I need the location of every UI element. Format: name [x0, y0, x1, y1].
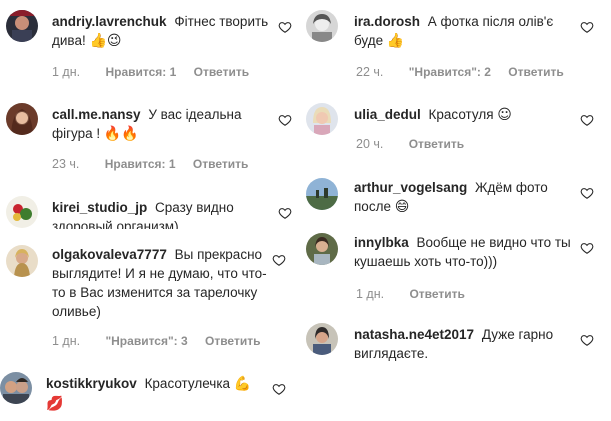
comment-meta: 1 дн. "Нравится": 3 Ответить	[52, 334, 260, 348]
timestamp[interactable]: 23 ч.	[52, 157, 79, 171]
heart-icon[interactable]	[580, 20, 594, 34]
timestamp[interactable]: 22 ч.	[356, 65, 383, 79]
comment-meta: 1 дн. Нравится: 1 Ответить	[52, 65, 249, 79]
comment-text: arthur_vogelsang Ждём фото после 😄	[354, 178, 576, 217]
heart-icon[interactable]	[272, 382, 286, 396]
avatar[interactable]	[0, 372, 32, 404]
username-link[interactable]: ulia_dedul	[354, 107, 421, 122]
comment-andriy: andriy.lavrenchuk Фітнес творить дива! 👍…	[0, 0, 305, 90]
comment-text: innylbka Вообще не видно что ты кушаешь …	[354, 233, 576, 271]
comment-kirei-studio: kirei_studio_jp Сразу видно здоровый орг…	[0, 190, 305, 229]
comment-text: kostikkryukov Красотулечка 💪💋	[46, 374, 266, 414]
timestamp[interactable]: 1 дн.	[52, 65, 80, 79]
avatar[interactable]	[6, 196, 38, 228]
username-link[interactable]: olgakovaleva7777	[52, 247, 167, 262]
emoji: 😄	[394, 199, 410, 215]
comment-olgakovaleva: olgakovaleva7777 Вы прекрасно выглядите!…	[0, 235, 305, 355]
username-link[interactable]: kirei_studio_jp	[52, 200, 147, 215]
avatar[interactable]	[6, 103, 38, 135]
comment-arthur-vogelsang: arthur_vogelsang Ждём фото после 😄	[306, 170, 611, 225]
username-link[interactable]: innylbka	[354, 235, 409, 250]
comment-body: Красотулечка	[144, 376, 231, 391]
username-link[interactable]: andriy.lavrenchuk	[52, 14, 167, 29]
comment-body: Красотуля	[428, 107, 494, 122]
likes-count[interactable]: Нравится: 1	[105, 157, 176, 171]
heart-icon[interactable]	[580, 186, 594, 200]
avatar[interactable]	[306, 10, 338, 42]
comment-text: kirei_studio_jp Сразу видно здоровый орг…	[52, 198, 272, 229]
reply-button[interactable]: Ответить	[205, 334, 260, 348]
avatar[interactable]	[306, 178, 338, 210]
comment-call-me-nansy: call.me.nansy У вас ідеальна фігура ! 🔥🔥…	[0, 95, 305, 185]
heart-icon[interactable]	[278, 20, 292, 34]
comment-meta: 20 ч. Ответить	[356, 137, 464, 151]
timestamp[interactable]: 1 дн.	[52, 334, 80, 348]
comment-meta: 22 ч. "Нравится": 2 Ответить	[356, 65, 564, 79]
comment-kostikkryukov: kostikkryukov Красотулечка 💪💋	[0, 366, 305, 421]
heart-icon[interactable]	[272, 253, 286, 267]
avatar[interactable]	[306, 233, 338, 265]
comment-text: andriy.lavrenchuk Фітнес творить дива! 👍…	[52, 12, 272, 51]
reply-button[interactable]: Ответить	[194, 65, 249, 79]
username-link[interactable]: arthur_vogelsang	[354, 180, 467, 195]
heart-icon[interactable]	[278, 206, 292, 220]
avatar[interactable]	[6, 10, 38, 42]
comment-text: natasha.ne4et2017 Дуже гарно виглядаєте.	[354, 325, 576, 363]
username-link[interactable]: ira.dorosh	[354, 14, 420, 29]
reply-button[interactable]: Ответить	[193, 157, 248, 171]
comment-meta: 23 ч. Нравится: 1 Ответить	[52, 157, 248, 171]
likes-count[interactable]: Нравится: 1	[105, 65, 176, 79]
avatar[interactable]	[306, 323, 338, 355]
emoji: 👍😉	[89, 33, 122, 49]
username-link[interactable]: call.me.nansy	[52, 107, 141, 122]
likes-count[interactable]: "Нравится": 3	[105, 334, 187, 348]
comment-ira-dorosh: ira.dorosh А фотка після олів'є буде 👍 2…	[306, 0, 611, 90]
emoji: 🔥🔥	[103, 126, 139, 142]
comment-natasha-ne4et2017: natasha.ne4et2017 Дуже гарно виглядаєте.	[306, 315, 611, 375]
heart-icon[interactable]	[580, 333, 594, 347]
comment-innylbka: innylbka Вообще не видно что ты кушаешь …	[306, 225, 611, 310]
comment-text: call.me.nansy У вас ідеальна фігура ! 🔥🔥	[52, 105, 272, 144]
comment-meta: 1 дн. Ответить	[356, 287, 465, 301]
heart-icon[interactable]	[580, 113, 594, 127]
username-link[interactable]: natasha.ne4et2017	[354, 327, 474, 342]
avatar[interactable]	[306, 103, 338, 135]
reply-button[interactable]: Ответить	[409, 287, 464, 301]
likes-count[interactable]: "Нравится": 2	[409, 65, 491, 79]
username-link[interactable]: kostikkryukov	[46, 376, 137, 391]
timestamp[interactable]: 20 ч.	[356, 137, 383, 151]
heart-icon[interactable]	[580, 241, 594, 255]
comment-text: olgakovaleva7777 Вы прекрасно выглядите!…	[52, 245, 274, 321]
timestamp[interactable]: 1 дн.	[356, 287, 384, 301]
reply-button[interactable]: Ответить	[508, 65, 563, 79]
emoji: ☺	[497, 107, 512, 123]
comment-text: ulia_dedul Красотуля ☺	[354, 105, 576, 125]
emoji: 👍	[386, 33, 405, 49]
comment-text: ira.dorosh А фотка після олів'є буде 👍	[354, 12, 576, 51]
heart-icon[interactable]	[278, 113, 292, 127]
reply-button[interactable]: Ответить	[409, 137, 464, 151]
avatar[interactable]	[6, 245, 38, 277]
comment-ulia-dedul: ulia_dedul Красотуля ☺ 20 ч. Ответить	[306, 95, 611, 165]
